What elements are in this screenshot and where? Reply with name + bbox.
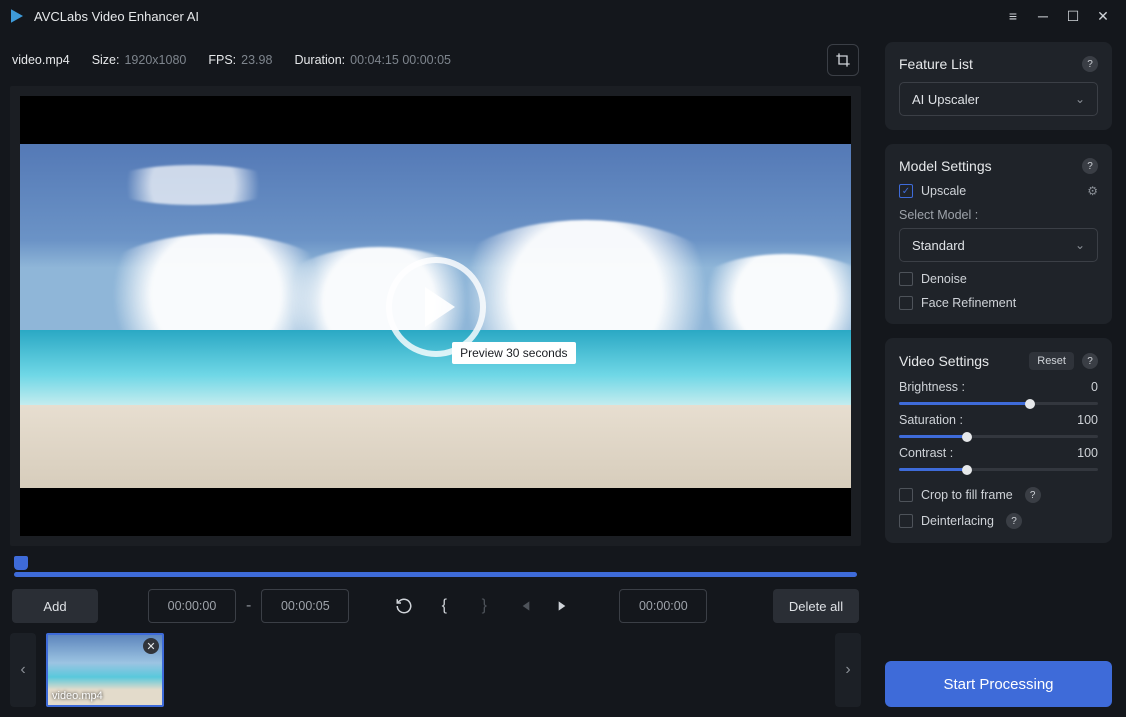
app-logo-icon: [8, 7, 26, 25]
add-button[interactable]: Add: [12, 589, 98, 623]
brightness-slider[interactable]: [899, 402, 1098, 405]
video-preview: Preview 30 seconds: [10, 86, 861, 546]
help-icon[interactable]: ?: [1025, 487, 1041, 503]
help-icon[interactable]: ?: [1082, 56, 1098, 72]
preview-tooltip: Preview 30 seconds: [452, 342, 575, 364]
start-processing-button[interactable]: Start Processing: [885, 661, 1112, 707]
fps-value: 23.98: [241, 53, 272, 67]
close-button[interactable]: ✕: [1088, 1, 1118, 31]
feature-value: AI Upscaler: [912, 92, 979, 107]
saturation-label: Saturation :: [899, 413, 963, 427]
file-name: video.mp4: [12, 53, 70, 67]
settings-sidebar: Feature List ? AI Upscaler ⌄ Model Setti…: [871, 32, 1126, 717]
model-value: Standard: [912, 238, 965, 253]
crop-icon: [835, 52, 851, 68]
letterbox: Preview 30 seconds: [20, 96, 851, 536]
feature-title: Feature List: [899, 56, 1082, 72]
face-refinement-checkbox[interactable]: [899, 296, 913, 310]
loop-icon: [395, 597, 413, 615]
help-icon[interactable]: ?: [1082, 353, 1098, 369]
contrast-value: 100: [1077, 446, 1098, 460]
denoise-label: Denoise: [921, 272, 967, 286]
clip-strip: ‹ ✕ video.mp4 ›: [10, 623, 861, 707]
saturation-slider[interactable]: [899, 435, 1098, 438]
timeline[interactable]: [10, 546, 861, 577]
help-icon[interactable]: ?: [1082, 158, 1098, 174]
video-info-bar: video.mp4 Size: 1920x1080 FPS: 23.98 Dur…: [10, 40, 861, 86]
duration-value: 00:04:15 00:00:05: [350, 53, 451, 67]
clip-name: video.mp4: [52, 690, 103, 702]
upscale-checkbox[interactable]: ✓: [899, 184, 913, 198]
brightness-row: Brightness : 0: [899, 380, 1098, 405]
app-title: AVCLabs Video Enhancer AI: [34, 9, 998, 24]
face-refinement-label: Face Refinement: [921, 296, 1016, 310]
clip-next-button[interactable]: ›: [835, 633, 861, 707]
step-forward-icon: [556, 598, 572, 614]
loop-button[interactable]: [389, 591, 419, 621]
contrast-label: Contrast :: [899, 446, 953, 460]
crop-fill-checkbox[interactable]: [899, 488, 913, 502]
upscale-label: Upscale: [921, 184, 966, 198]
tc-position-field[interactable]: 00:00:00: [619, 589, 707, 623]
duration-label: Duration:: [294, 53, 345, 67]
reset-button[interactable]: Reset: [1029, 352, 1074, 370]
controls-bar: Add 00:00:00 - 00:00:05 { } 00:00:00 Del…: [10, 577, 861, 623]
minimize-button[interactable]: ─: [1028, 1, 1058, 31]
maximize-button[interactable]: ☐: [1058, 1, 1088, 31]
chevron-down-icon: ⌄: [1075, 238, 1085, 252]
model-title: Model Settings: [899, 158, 1082, 174]
duration-total: 00:04:15: [350, 53, 399, 67]
crop-button[interactable]: [827, 44, 859, 76]
delete-all-button[interactable]: Delete all: [773, 589, 859, 623]
tc-in-field[interactable]: 00:00:00: [148, 589, 236, 623]
contrast-slider[interactable]: [899, 468, 1098, 471]
step-back-icon: [516, 598, 532, 614]
play-icon: [425, 287, 455, 327]
brightness-label: Brightness :: [899, 380, 965, 394]
mark-out-button: }: [469, 591, 499, 621]
feature-select[interactable]: AI Upscaler ⌄: [899, 82, 1098, 116]
video-settings-title: Video Settings: [899, 353, 1029, 369]
next-frame-button[interactable]: [549, 591, 579, 621]
titlebar: AVCLabs Video Enhancer AI ≡ ─ ☐ ✕: [0, 0, 1126, 32]
feature-panel: Feature List ? AI Upscaler ⌄: [885, 42, 1112, 130]
chevron-down-icon: ⌄: [1075, 92, 1085, 106]
clip-prev-button[interactable]: ‹: [10, 633, 36, 707]
size-value: 1920x1080: [124, 53, 186, 67]
gear-icon[interactable]: ⚙: [1087, 184, 1098, 198]
main-area: video.mp4 Size: 1920x1080 FPS: 23.98 Dur…: [0, 32, 871, 717]
size-label: Size:: [92, 53, 120, 67]
tc-dash: -: [246, 597, 251, 615]
select-model-label: Select Model :: [899, 208, 1098, 222]
denoise-checkbox[interactable]: [899, 272, 913, 286]
duration-trim: 00:00:05: [399, 53, 451, 67]
menu-icon[interactable]: ≡: [998, 1, 1028, 31]
brightness-value: 0: [1091, 380, 1098, 394]
saturation-row: Saturation : 100: [899, 413, 1098, 438]
model-panel: Model Settings ? ✓ Upscale ⚙ Select Mode…: [885, 144, 1112, 324]
tc-out-field[interactable]: 00:00:05: [261, 589, 349, 623]
saturation-value: 100: [1077, 413, 1098, 427]
deinterlacing-label: Deinterlacing: [921, 514, 994, 528]
mark-in-button[interactable]: {: [429, 591, 459, 621]
crop-fill-label: Crop to fill frame: [921, 488, 1013, 502]
model-select[interactable]: Standard ⌄: [899, 228, 1098, 262]
contrast-row: Contrast : 100: [899, 446, 1098, 471]
clip-thumbnail[interactable]: ✕ video.mp4: [46, 633, 164, 707]
clip-remove-button[interactable]: ✕: [143, 638, 159, 654]
help-icon[interactable]: ?: [1006, 513, 1022, 529]
video-settings-panel: Video Settings Reset ? Brightness : 0 Sat…: [885, 338, 1112, 543]
prev-frame-button: [509, 591, 539, 621]
fps-label: FPS:: [208, 53, 236, 67]
deinterlacing-checkbox[interactable]: [899, 514, 913, 528]
